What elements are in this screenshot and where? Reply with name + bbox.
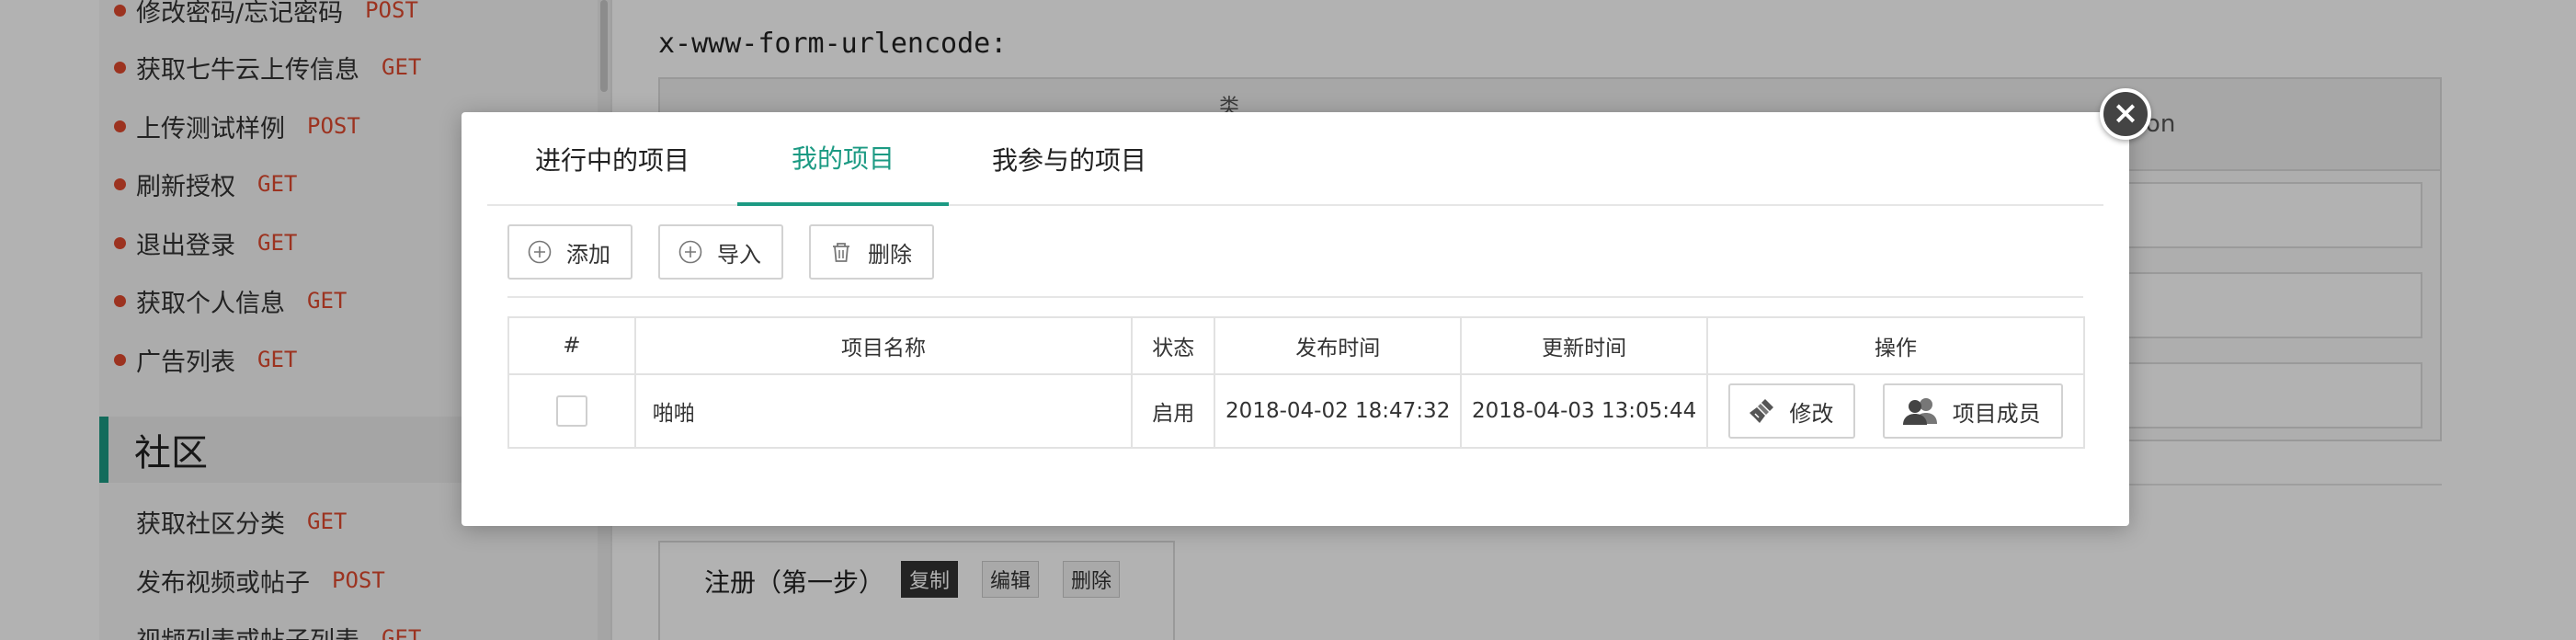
publish-time: 2018-04-02 18:47:32 — [1214, 373, 1463, 449]
trash-icon — [833, 243, 849, 262]
project-tabs: 进行中的项目 我的项目 我参与的项目 — [487, 112, 2103, 206]
add-button-label: 添加 — [566, 241, 610, 268]
column-header: 更新时间 — [1460, 316, 1709, 375]
delete-button[interactable]: 删除 — [809, 224, 934, 280]
project-members-button[interactable]: 项目成员 — [1882, 383, 2063, 439]
plus-circle-icon — [678, 240, 702, 264]
project-members-label: 项目成员 — [1952, 400, 2041, 427]
project-table: # 项目名称 状态 发布时间 更新时间 操作 啪啪 启用 2018-04-02 … — [507, 316, 2085, 449]
row-actions: 修改 项目成员 — [1706, 373, 2085, 449]
project-name: 啪啪 — [633, 373, 1134, 449]
column-header: 操作 — [1706, 316, 2085, 375]
users-icon — [1902, 398, 1937, 425]
import-button-label: 导入 — [717, 241, 761, 268]
edit-project-label: 修改 — [1789, 400, 1834, 427]
table-row: 啪啪 启用 2018-04-02 18:47:32 2018-04-03 13:… — [507, 373, 2085, 449]
table-header-row: # 项目名称 状态 发布时间 更新时间 操作 — [507, 316, 2085, 375]
column-header: # — [507, 316, 636, 375]
column-header: 发布时间 — [1214, 316, 1463, 375]
row-checkbox[interactable] — [555, 395, 587, 427]
add-button[interactable]: 添加 — [507, 224, 633, 280]
divider — [507, 296, 2083, 298]
row-select-cell — [507, 373, 636, 449]
update-time: 2018-04-03 13:05:44 — [1460, 373, 1709, 449]
project-modal: 进行中的项目 我的项目 我参与的项目 添加 导入 删除 # 项目名称 状态 发布… — [462, 112, 2129, 526]
plus-circle-icon — [528, 240, 552, 264]
tab-joined-projects[interactable]: 我参与的项目 — [949, 112, 1190, 206]
tab-my-projects[interactable]: 我的项目 — [737, 112, 949, 206]
brush-icon — [1750, 399, 1774, 423]
edit-project-button[interactable]: 修改 — [1728, 383, 1856, 439]
project-status: 启用 — [1131, 373, 1216, 449]
delete-button-label: 删除 — [868, 241, 912, 268]
column-header: 项目名称 — [633, 316, 1134, 375]
import-button[interactable]: 导入 — [658, 224, 783, 280]
close-icon[interactable]: × — [2100, 88, 2151, 140]
tab-in-progress-projects[interactable]: 进行中的项目 — [487, 112, 737, 206]
column-header: 状态 — [1131, 316, 1216, 375]
